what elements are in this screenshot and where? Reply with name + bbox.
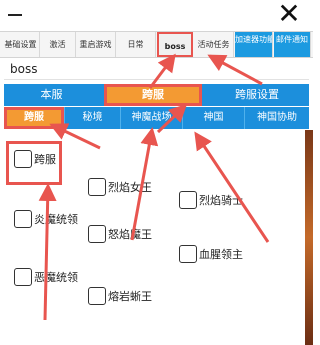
arrow-to-cross-server-checkbox xyxy=(38,183,57,321)
arrow-to-battlefield-subtab xyxy=(130,127,159,241)
arrow-to-cross-server-subtab xyxy=(49,123,101,150)
arrow-to-boss-tab-2 xyxy=(207,54,263,86)
annotation-arrows xyxy=(38,53,270,321)
arrow-to-cross-server-tab xyxy=(156,103,188,134)
arrow-to-divine-kingdom-subtab xyxy=(194,131,270,243)
arrow-to-boss-tab xyxy=(148,53,176,89)
